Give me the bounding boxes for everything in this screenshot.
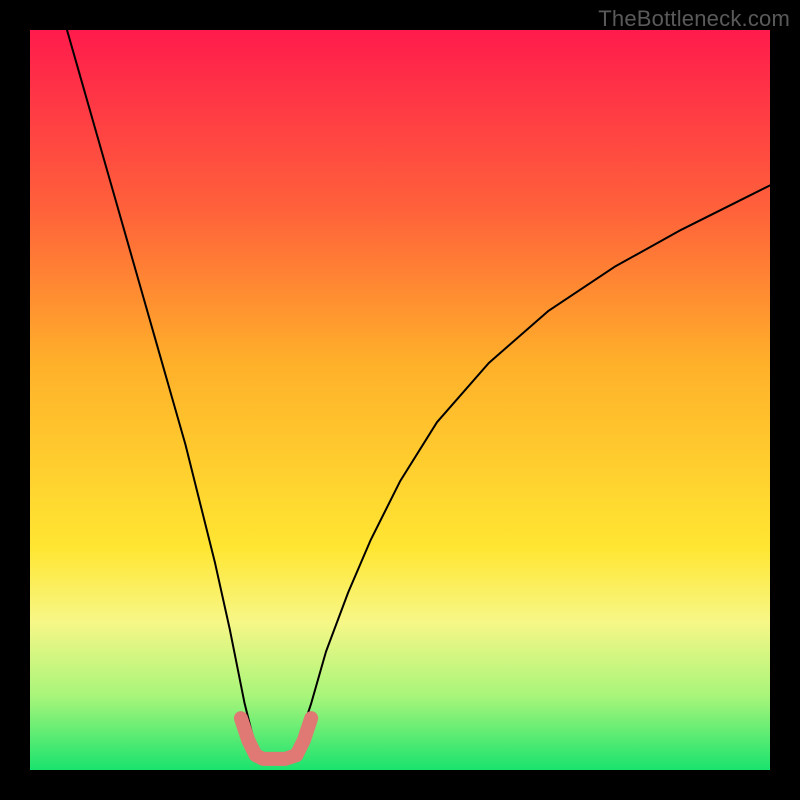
chart-svg: [30, 30, 770, 770]
chart-frame: [30, 30, 770, 770]
chart-background-gradient: [30, 30, 770, 770]
watermark-text: TheBottleneck.com: [598, 6, 790, 32]
